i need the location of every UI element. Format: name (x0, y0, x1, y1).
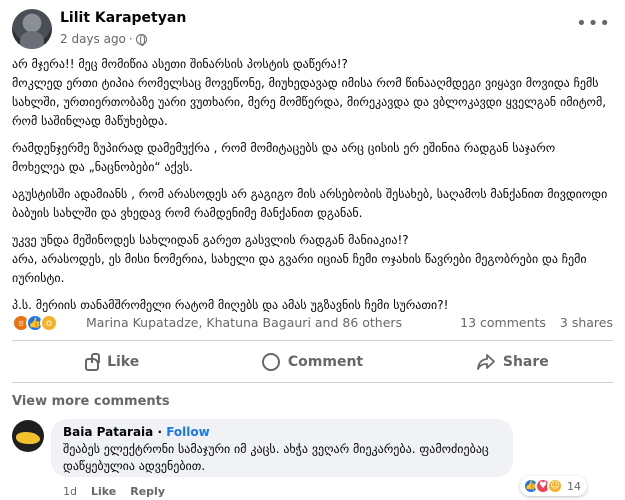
share-label: Share (502, 354, 549, 370)
post-paragraph: უკვე უნდა მეშინოდეს სახლიდან გარეთ გასვლ… (12, 233, 587, 285)
globe-icon (135, 33, 147, 46)
divider (12, 382, 613, 383)
post-card: Lilit Karapetyan 2 days ago · ••• არ მჯე… (0, 0, 625, 500)
comment-reaction-count: 14 (567, 479, 581, 493)
post-paragraph: აგუსტისში ადამიანს , რომ არასოდეს არ გაგ… (12, 187, 608, 220)
comment-like-button[interactable]: Like (91, 485, 116, 498)
author-avatar[interactable] (12, 9, 52, 49)
post-paragraph: არ მჯერა!! მეც მომიწია ასეთი შინარსის პო… (12, 57, 607, 128)
comment-text: შეაბეს ელექტრონი სამაჯური იმ კაცს. ახჭა … (63, 442, 489, 473)
post-time[interactable]: 2 days ago (60, 32, 126, 46)
reactions-bar: ಠ 👍 o Marina Kupatadze, Khatuna Bagauri … (12, 313, 613, 335)
comment-actions: 1d Like Reply (63, 485, 165, 498)
comments-count[interactable]: 13 comments (460, 315, 546, 330)
comment-time[interactable]: 1d (63, 485, 77, 498)
more-options-icon[interactable]: ••• (576, 13, 611, 34)
comment-bubble: Baia Pataraia · Follow შეაბეს ელექტრონი … (51, 419, 513, 477)
comment-button[interactable]: Comment (212, 344, 412, 380)
follow-separator: · (157, 425, 163, 439)
post-meta: 2 days ago · (60, 32, 147, 46)
comment-header: Baia Pataraia · Follow (63, 425, 501, 439)
meta-separator: · (128, 32, 133, 46)
like-label: Like (107, 354, 140, 370)
like-button[interactable]: Like (12, 344, 212, 380)
author-name[interactable]: Lilit Karapetyan (60, 10, 186, 26)
commenter-avatar[interactable] (12, 420, 44, 452)
thumbs-up-icon (85, 352, 101, 371)
comment-label: Comment (287, 354, 364, 370)
reaction-icons[interactable]: ಠ 👍 o (12, 314, 58, 332)
care-reaction-icon: ☺ (547, 478, 563, 494)
comment-reply-button[interactable]: Reply (130, 485, 165, 498)
divider (12, 340, 613, 341)
reaction-names[interactable]: Marina Kupatadze, Khatuna Bagauri and 86… (86, 315, 402, 330)
post-actions: Like Comment Share (12, 344, 613, 380)
comment-reactions[interactable]: 👍 ♥ ☺ 14 (520, 476, 587, 496)
share-icon (476, 354, 495, 370)
view-more-comments-link[interactable]: View more comments (12, 394, 170, 409)
comment-icon (261, 353, 280, 371)
post-header: Lilit Karapetyan 2 days ago · ••• (12, 9, 613, 49)
wow-reaction-icon: o (40, 314, 58, 332)
follow-button[interactable]: Follow (166, 425, 210, 439)
commenter-name[interactable]: Baia Pataraia (63, 425, 153, 439)
post-paragraph: რამდენჯერმე ზუპირად დამემუქრა , რომ მომი… (12, 141, 556, 174)
share-button[interactable]: Share (413, 344, 613, 380)
engagement-counts: 13 comments 3 shares (460, 315, 613, 330)
post-body: არ მჯერა!! მეც მომიწია ასეთი შინარსის პო… (12, 55, 612, 323)
shares-count[interactable]: 3 shares (560, 315, 613, 330)
